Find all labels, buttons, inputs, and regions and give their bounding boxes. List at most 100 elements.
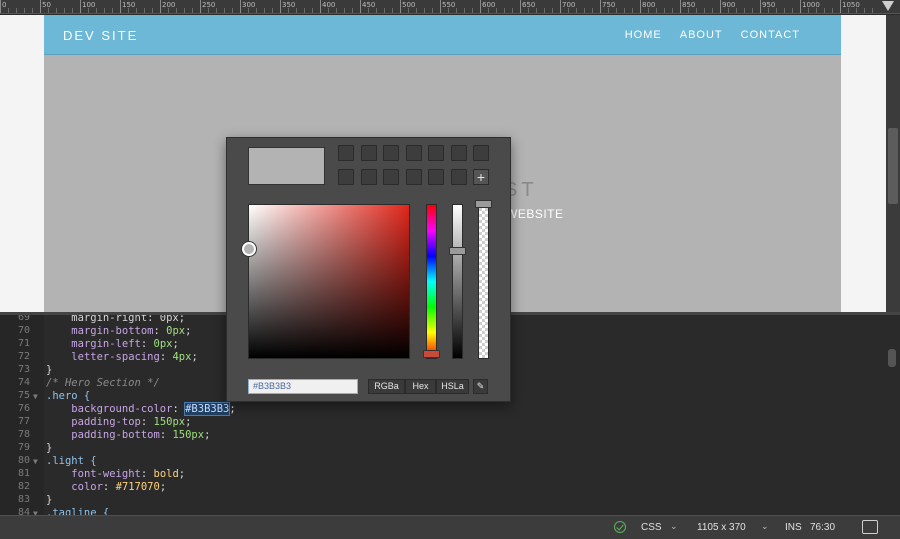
css-property: margin-left	[71, 338, 141, 350]
semicolon: ;	[159, 481, 167, 493]
ruler-tick	[560, 0, 561, 13]
swatch-slot[interactable]	[473, 145, 489, 161]
ruler-minor-tick	[264, 8, 265, 13]
viewport-chevron-down-icon[interactable]: ⌄	[761, 521, 769, 532]
code-line[interactable]: margin-bottom: 0px;	[46, 325, 191, 337]
swatch-slot[interactable]	[405, 145, 422, 161]
nav-home[interactable]: HOME	[625, 29, 662, 41]
hex-mode-button[interactable]: Hex	[405, 379, 436, 394]
swatch-slot[interactable]	[428, 145, 444, 161]
line-number: 82	[17, 481, 30, 492]
swatch-slot[interactable]	[338, 169, 354, 185]
ruler-tick	[600, 0, 601, 13]
ruler-minor-tick	[312, 8, 313, 13]
editor-window: 0 50 100 150 200 250 300 350 400 450 500 550 600 650 7…	[0, 0, 900, 539]
ruler-tick	[240, 0, 241, 13]
code-line[interactable]: background-color: #B3B3B3;	[46, 402, 236, 416]
live-preview-icon[interactable]	[862, 520, 878, 534]
ruler-minor-tick	[808, 8, 809, 13]
swatch-slot[interactable]	[383, 169, 399, 185]
language-mode[interactable]: CSS	[641, 522, 662, 533]
language-chevron-down-icon[interactable]: ⌄	[670, 521, 678, 532]
css-value: 150px	[153, 416, 186, 428]
code-text: }	[46, 364, 53, 376]
brightness-slider[interactable]	[452, 204, 463, 359]
line-number: 80	[17, 455, 30, 466]
add-swatch-button[interactable]: +	[473, 169, 489, 185]
viewport-size[interactable]: 1105 x 370	[697, 522, 746, 533]
saturation-value-field[interactable]	[248, 204, 410, 359]
ruler-tick	[360, 0, 361, 13]
code-line[interactable]: letter-spacing: 4px;	[46, 351, 197, 363]
nav-contact[interactable]: CONTACT	[741, 29, 800, 41]
code-line[interactable]: /* Hero Section */	[46, 377, 160, 389]
code-line[interactable]: .hero {	[46, 390, 90, 402]
code-line[interactable]: margin-left: 0px;	[46, 338, 179, 350]
ruler-minor-tick	[544, 8, 545, 13]
lint-ok-icon[interactable]	[614, 521, 626, 533]
swatch-slot[interactable]	[428, 169, 444, 185]
swatch-slot[interactable]	[338, 145, 354, 161]
colon: :	[172, 403, 186, 415]
code-line[interactable]: padding-top: 150px;	[46, 416, 191, 428]
ruler-tick	[120, 0, 121, 13]
swatch-slot[interactable]	[383, 145, 399, 161]
code-line[interactable]: }	[46, 442, 52, 454]
ruler-tick	[320, 0, 321, 13]
ruler-minor-tick	[72, 8, 73, 13]
swatch-slot[interactable]	[360, 145, 377, 161]
hue-slider-handle[interactable]	[423, 350, 440, 359]
fold-arrow-icon[interactable]: ▼	[33, 392, 38, 401]
code-line[interactable]: margin-right: 0px;	[46, 315, 185, 324]
code-line[interactable]: }	[46, 364, 52, 376]
css-property: font-weight	[71, 468, 141, 480]
brightness-slider-handle[interactable]	[449, 246, 466, 255]
ruler-tick	[680, 0, 681, 13]
selected-color-value: #B3B3B3	[184, 402, 231, 416]
saturation-value-handle[interactable]	[242, 242, 256, 256]
code-line[interactable]: color: #717070;	[46, 481, 166, 493]
swatch-slot[interactable]	[360, 169, 377, 185]
css-value: 0px	[153, 338, 173, 350]
code-scrollbar-thumb[interactable]	[888, 349, 896, 367]
code-line[interactable]: padding-bottom: 150px;	[46, 429, 210, 441]
ruler-minor-tick	[536, 8, 537, 13]
ruler-minor-tick	[464, 8, 465, 13]
code-line[interactable]: font-weight: bold;	[46, 468, 185, 480]
ruler-minor-tick	[456, 8, 457, 13]
ruler-minor-tick	[376, 8, 377, 13]
line-number: 72	[17, 351, 30, 362]
eyedropper-icon[interactable]: ✎	[473, 379, 488, 394]
hue-slider[interactable]	[426, 204, 437, 359]
code-line[interactable]: .tagline {	[46, 507, 109, 515]
ruler-minor-tick	[24, 8, 25, 13]
code-line[interactable]: .light {	[46, 455, 97, 467]
swatch-slot[interactable]	[450, 169, 467, 185]
ruler-minor-tick	[64, 8, 65, 13]
css-value: #717070	[115, 481, 160, 493]
alpha-slider-handle[interactable]	[475, 200, 492, 208]
ruler-minor-tick	[576, 8, 577, 13]
code-line[interactable]: }	[46, 494, 52, 506]
ruler-minor-tick	[744, 8, 745, 13]
swatch-slot[interactable]	[450, 145, 467, 161]
css-value: 4px	[172, 351, 192, 363]
ruler-handle-icon[interactable]	[882, 1, 894, 11]
line-gutter: 69 70 71 72 73 74 75 ▼ 76 77 78 79 80 ▼ 81 82 83 84 ▼	[0, 315, 44, 515]
hsla-mode-button[interactable]: HSLa	[436, 379, 469, 394]
nav-about[interactable]: ABOUT	[680, 29, 723, 41]
swatch-slot[interactable]	[405, 169, 422, 185]
rgba-mode-button[interactable]: RGBa	[368, 379, 405, 394]
hex-input[interactable]: #B3B3B3	[248, 379, 358, 394]
ruler-minor-tick	[144, 8, 145, 13]
alpha-slider[interactable]	[478, 204, 489, 359]
insert-mode[interactable]: INS	[785, 522, 802, 533]
site-nav: HOME ABOUT CONTACT	[625, 29, 800, 41]
fold-arrow-icon[interactable]: ▼	[33, 457, 38, 466]
css-property: margin-bottom	[71, 325, 154, 337]
design-scrollbar-thumb[interactable]	[888, 128, 898, 204]
ruler-tick	[840, 0, 841, 13]
css-selector: .light {	[46, 455, 97, 467]
site-brand[interactable]: DEV SITE	[63, 28, 138, 43]
